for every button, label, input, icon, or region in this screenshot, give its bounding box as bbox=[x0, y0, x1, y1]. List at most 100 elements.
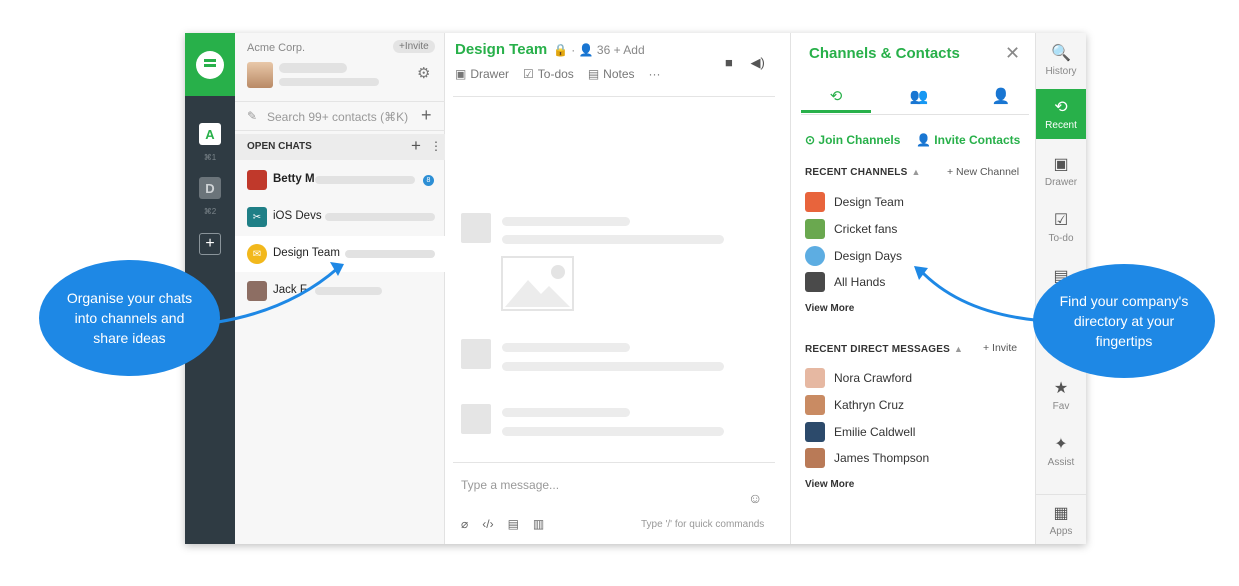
chat-sidebar: Acme Corp. +Invite ⚙ ✎ Search 99+ contac… bbox=[235, 33, 446, 544]
tab-contacts[interactable]: 👤 bbox=[966, 87, 1036, 113]
message-avatar-placeholder bbox=[461, 339, 491, 369]
tab-notes[interactable]: ▤ Notes bbox=[588, 67, 635, 81]
video-call-icon[interactable]: ■ bbox=[725, 55, 733, 70]
member-count[interactable]: 36 bbox=[597, 43, 610, 57]
rail-apps[interactable]: ▦ Apps bbox=[1036, 494, 1086, 544]
poll-icon[interactable]: ▥ bbox=[533, 517, 544, 531]
channel-avatar bbox=[805, 192, 825, 212]
chat-item-ios-devs[interactable]: ✂ iOS Devs bbox=[235, 199, 445, 235]
channel-avatar bbox=[805, 246, 825, 266]
contact-item[interactable]: Kathryn Cruz bbox=[805, 394, 904, 416]
edit-icon: ✎ bbox=[247, 109, 258, 123]
chat-main: Design Team 🔒 · 👤 36 + Add ▣ Drawer ☑ To-d… bbox=[445, 33, 790, 544]
composer-hint: Type '/' for quick commands bbox=[641, 519, 765, 530]
rail-assist[interactable]: ✦ Assist bbox=[1036, 426, 1086, 476]
collapse-icon: ▲ bbox=[911, 167, 921, 177]
tab-todos[interactable]: ☑ To-dos bbox=[523, 67, 574, 81]
drawer-icon: ▣ bbox=[455, 67, 467, 81]
emoji-icon[interactable]: ☺ bbox=[748, 490, 762, 506]
notes-icon: ▤ bbox=[587, 67, 600, 81]
team-d-button[interactable]: D bbox=[199, 177, 221, 199]
tab-recent[interactable]: ⟲ bbox=[801, 87, 871, 113]
lock-icon: 🔒 bbox=[553, 43, 568, 57]
composer-tools: ⌀ ‹/› ▤ ▥ bbox=[461, 517, 544, 531]
audio-call-icon[interactable]: ◀) bbox=[750, 55, 764, 70]
invite-contacts-link[interactable]: 👤 Invite Contacts bbox=[916, 133, 1020, 147]
preview-placeholder bbox=[345, 250, 435, 258]
add-member-button[interactable]: + Add bbox=[614, 43, 645, 57]
channel-avatar bbox=[805, 272, 825, 292]
new-chat-button[interactable]: + bbox=[421, 105, 432, 126]
rail-fav[interactable]: ★ Fav bbox=[1036, 370, 1086, 420]
checkbox-icon: ☑ bbox=[1053, 212, 1069, 229]
channel-item[interactable]: Design Team bbox=[805, 191, 904, 213]
channel-avatar bbox=[805, 219, 825, 239]
user-name-placeholder bbox=[279, 63, 347, 73]
message-placeholder bbox=[502, 217, 630, 226]
drawer-icon: ▣ bbox=[1053, 156, 1069, 173]
recent-dm-header[interactable]: RECENT DIRECT MESSAGES ▲ bbox=[805, 344, 963, 355]
contact-item[interactable]: Nora Crawford bbox=[805, 367, 912, 389]
document-icon[interactable]: ▤ bbox=[508, 517, 519, 531]
channel-title[interactable]: Design Team bbox=[455, 41, 547, 58]
invite-button[interactable]: +Invite bbox=[393, 40, 435, 53]
rail-drawer[interactable]: ▣ Drawer bbox=[1036, 146, 1086, 196]
team-a-shortcut: ⌘1 bbox=[203, 153, 217, 162]
contact-search[interactable]: ✎ Search 99+ contacts (⌘K) + bbox=[235, 101, 445, 131]
callout-directory: Find your company's directory at your fi… bbox=[1033, 264, 1215, 378]
message-avatar-placeholder bbox=[461, 404, 491, 434]
composer-placeholder: Type a message... bbox=[461, 478, 560, 492]
avatar bbox=[247, 281, 267, 301]
new-channel-button[interactable]: + New Channel bbox=[947, 166, 1019, 178]
user-avatar[interactable] bbox=[247, 62, 273, 88]
message-avatar-placeholder bbox=[461, 213, 491, 243]
more-vertical-icon[interactable]: ⋮ bbox=[430, 139, 442, 153]
checkbox-icon: ☑ bbox=[523, 67, 534, 81]
gear-icon[interactable]: ⚙ bbox=[417, 64, 430, 82]
join-channels-link[interactable]: ⊙ Join Channels bbox=[805, 133, 900, 147]
unread-badge: 8 bbox=[423, 175, 434, 186]
app-logo[interactable] bbox=[185, 33, 235, 96]
preview-placeholder bbox=[315, 176, 415, 184]
contact-item[interactable]: Emilie Caldwell bbox=[805, 421, 915, 443]
message-composer[interactable]: Type a message... ☺ ⌀ ‹/› ▤ ▥ Type '/' f… bbox=[453, 462, 775, 544]
message-placeholder bbox=[502, 362, 724, 371]
tab-drawer[interactable]: ▣ Drawer bbox=[455, 67, 509, 81]
rail-todo[interactable]: ☑ To-do bbox=[1036, 202, 1086, 252]
message-placeholder bbox=[502, 343, 630, 352]
code-icon[interactable]: ‹/› bbox=[482, 517, 493, 531]
callout-channels: Organise your chats into channels and sh… bbox=[39, 260, 220, 376]
chat-item-betty[interactable]: Betty M 8 bbox=[235, 162, 445, 198]
panel-title: Channels & Contacts bbox=[809, 45, 960, 62]
channel-item[interactable]: All Hands bbox=[805, 271, 885, 293]
preview-placeholder bbox=[325, 213, 435, 221]
view-more-contacts[interactable]: View More bbox=[805, 479, 854, 490]
add-open-chat-button[interactable]: + bbox=[411, 136, 421, 156]
channel-item[interactable]: Cricket fans bbox=[805, 218, 897, 240]
divider bbox=[453, 96, 775, 97]
add-team-button[interactable]: + bbox=[199, 233, 221, 255]
team-d-shortcut: ⌘2 bbox=[203, 207, 217, 216]
recent-channels-header[interactable]: RECENT CHANNELS ▲ bbox=[805, 167, 921, 178]
chat-item-design-team[interactable]: ✉ Design Team bbox=[235, 236, 446, 272]
rail-recent[interactable]: ⟲ Recent bbox=[1036, 89, 1086, 139]
tab-channels[interactable]: 👥 bbox=[884, 87, 954, 113]
collapse-icon: ▲ bbox=[953, 344, 964, 354]
avatar bbox=[805, 448, 825, 468]
invite-dm-button[interactable]: + Invite bbox=[983, 342, 1017, 354]
history-icon: ⟲ bbox=[829, 88, 843, 105]
rail-history[interactable]: 🔍 History bbox=[1036, 35, 1086, 85]
chat-item-jack[interactable]: Jack F bbox=[235, 273, 445, 309]
view-more-channels[interactable]: View More bbox=[805, 303, 854, 314]
user-icon: 👤 bbox=[991, 88, 1011, 105]
contact-item[interactable]: James Thompson bbox=[805, 447, 929, 469]
message-placeholder bbox=[502, 408, 630, 417]
channel-item[interactable]: Design Days bbox=[805, 245, 902, 267]
avatar bbox=[805, 395, 825, 415]
team-a-button[interactable]: A bbox=[199, 123, 221, 145]
group-icon: 👥 bbox=[909, 88, 929, 105]
attach-icon[interactable]: ⌀ bbox=[461, 517, 468, 531]
close-icon[interactable]: ✕ bbox=[1005, 43, 1020, 64]
more-options-button[interactable]: ··· bbox=[649, 67, 661, 81]
channels-contacts-panel: Channels & Contacts ✕ ⟲ 👥 👤 ⊙ Join Chann… bbox=[790, 33, 1035, 544]
